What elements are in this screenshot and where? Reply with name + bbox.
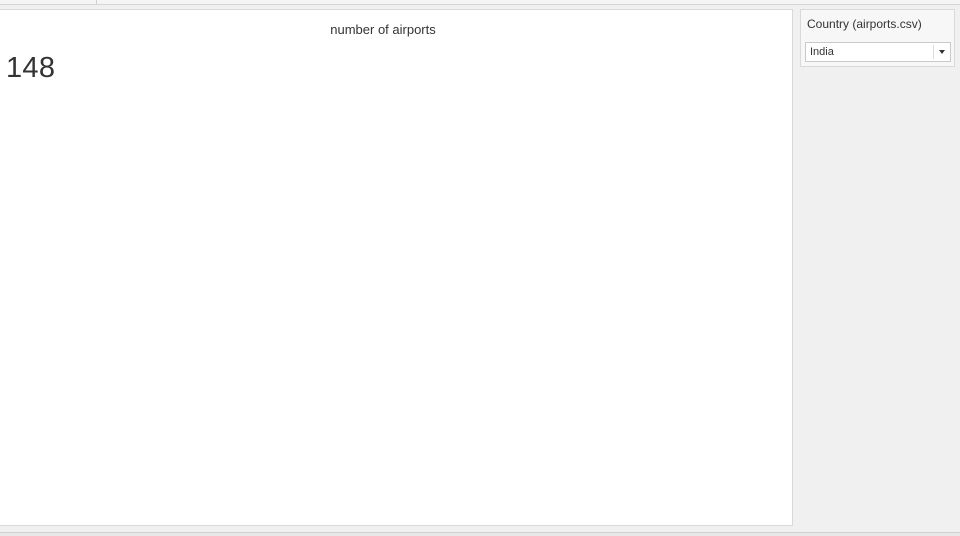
- country-dropdown[interactable]: India: [805, 42, 951, 62]
- bottom-status-strip: [0, 532, 960, 536]
- dropdown-selected-value: India: [810, 46, 834, 58]
- airport-count[interactable]: 148: [6, 52, 55, 85]
- toolbar-divider: [96, 0, 97, 4]
- dropdown-divider: [933, 45, 934, 59]
- country-filter-card: Country (airports.csv) India: [800, 9, 955, 67]
- filter-title: Country (airports.csv): [807, 17, 922, 31]
- viz-pane: number of airports 148: [0, 9, 793, 526]
- viz-title: number of airports: [330, 22, 436, 37]
- top-toolbar-strip: [0, 0, 960, 5]
- chevron-down-icon[interactable]: [939, 50, 945, 54]
